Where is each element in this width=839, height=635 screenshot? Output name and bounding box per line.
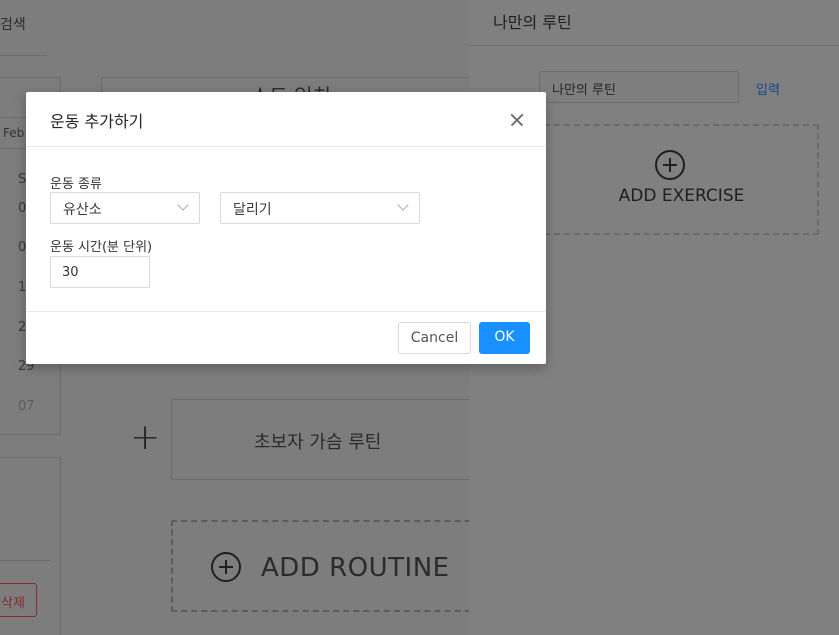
submit-link: 입력 bbox=[756, 83, 780, 98]
add-routine-button: ADD ROUTINE bbox=[171, 520, 481, 612]
category-select[interactable]: 유산소 bbox=[50, 192, 200, 224]
plus-circle-icon bbox=[655, 150, 685, 180]
chevron-down-icon bbox=[397, 199, 409, 211]
category-select-value: 유산소 bbox=[63, 202, 102, 218]
exercise-select[interactable]: 달리기 bbox=[220, 192, 420, 224]
exercise-type-label: 운동 종류 bbox=[50, 177, 102, 192]
add-exercise-label: ADD EXERCISE bbox=[618, 186, 745, 206]
ok-button[interactable]: OK bbox=[479, 322, 530, 354]
modal-body: 운동 종류 유산소 달리기 운동 시간(분 단위) 30 bbox=[26, 147, 546, 311]
duration-input[interactable]: 30 bbox=[50, 256, 150, 288]
add-exercise-button: ADD EXERCISE bbox=[544, 124, 819, 235]
modal-title: 운동 추가하기 bbox=[50, 112, 144, 131]
routine-name-input: 나만의 루틴 bbox=[539, 71, 739, 103]
chevron-down-icon bbox=[177, 199, 189, 211]
modal-footer: Cancel OK bbox=[26, 311, 546, 364]
add-exercise-modal: 운동 추가하기 운동 종류 유산소 달리기 운동 시간(분 단위) 30 Can… bbox=[26, 92, 546, 364]
drawer-title: 나만의 루틴 bbox=[469, 0, 839, 46]
divider bbox=[0, 560, 50, 561]
calendar-cell: 07 bbox=[18, 399, 35, 414]
exercise-select-value: 달리기 bbox=[233, 202, 272, 218]
routine-card: 초보자 가슴 루틴 bbox=[171, 399, 481, 480]
delete-button: 삭제 bbox=[0, 583, 37, 617]
divider bbox=[0, 55, 47, 56]
plus-circle-icon bbox=[211, 552, 241, 582]
search-label: 검색 bbox=[0, 17, 26, 33]
cancel-button[interactable]: Cancel bbox=[398, 322, 471, 354]
close-icon[interactable] bbox=[508, 108, 526, 130]
add-routine-label: ADD ROUTINE bbox=[261, 553, 450, 583]
plus-icon: + bbox=[130, 417, 161, 458]
duration-label: 운동 시간(분 단위) bbox=[50, 240, 153, 255]
modal-header: 운동 추가하기 bbox=[26, 92, 546, 147]
